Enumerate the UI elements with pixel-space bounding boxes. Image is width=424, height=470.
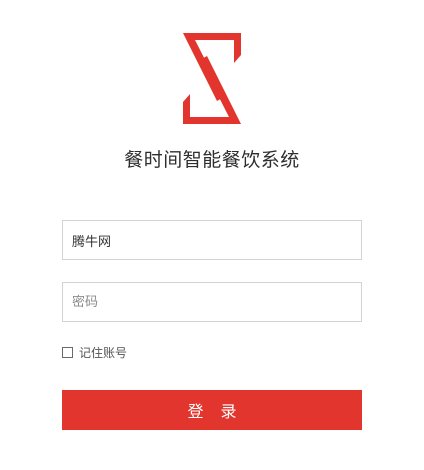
- remember-account-label: 记住账号: [79, 345, 128, 360]
- password-field[interactable]: [62, 282, 362, 322]
- hourglass-logo-icon: [183, 33, 241, 124]
- remember-account-checkbox[interactable]: [62, 346, 73, 358]
- app-title: 餐时间智能餐饮系统: [124, 149, 300, 171]
- login-button[interactable]: 登 录: [62, 390, 362, 430]
- remember-account-option[interactable]: 记住账号: [62, 343, 127, 361]
- username-field[interactable]: [62, 220, 362, 260]
